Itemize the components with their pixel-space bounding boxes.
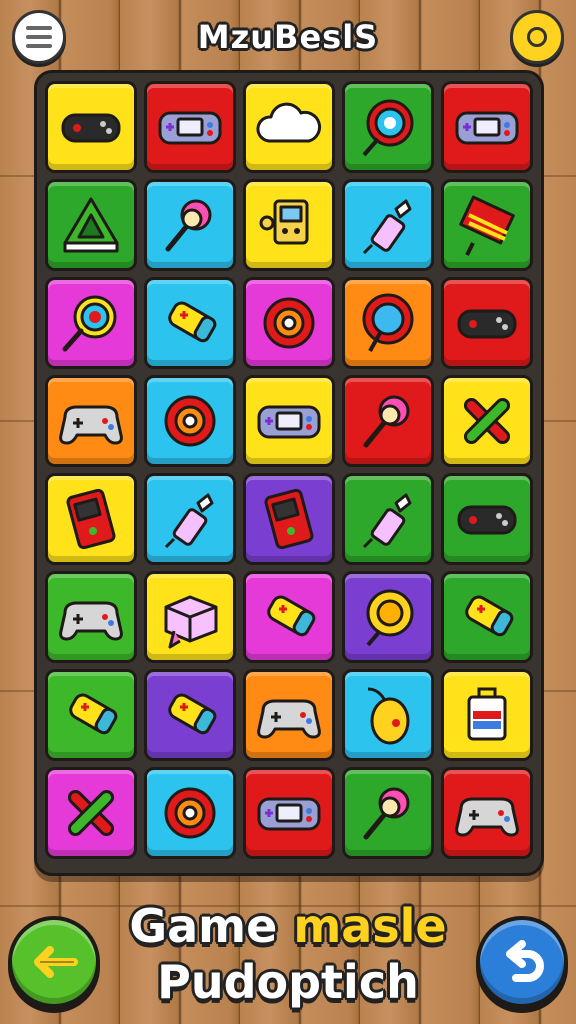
gamepad-icon — [59, 405, 123, 445]
handheld-device-icon — [66, 488, 116, 550]
gear-flower-icon — [164, 787, 216, 839]
game-board — [34, 70, 544, 876]
tile-grid — [45, 81, 533, 859]
board-tile[interactable] — [144, 571, 236, 663]
glue-bottle-icon — [362, 199, 412, 255]
board-tile[interactable] — [45, 375, 137, 467]
board-tile[interactable] — [144, 669, 236, 761]
controller-icon — [457, 505, 517, 535]
board-tile[interactable] — [342, 473, 434, 565]
board-tile[interactable] — [144, 277, 236, 369]
glue-bottle-icon — [164, 493, 214, 549]
board-tile[interactable] — [144, 81, 236, 173]
footer-subtitle: Pudoptich — [157, 955, 419, 1009]
handheld-console-icon — [257, 405, 321, 439]
footer-title-word1: Game — [129, 899, 278, 953]
gear-flower-icon — [263, 297, 315, 349]
board-tile[interactable] — [243, 179, 335, 271]
handheld-console-icon — [257, 797, 321, 831]
undo-button[interactable] — [476, 916, 568, 1008]
striped-bar-icon — [459, 195, 515, 256]
gamepad-icon — [59, 601, 123, 641]
hamburger-menu-icon — [26, 26, 52, 30]
cloud-icon — [256, 102, 322, 143]
board-tile[interactable] — [144, 375, 236, 467]
crossed-sticks-icon — [463, 397, 511, 445]
board-tile[interactable] — [45, 81, 137, 173]
coin-button[interactable] — [510, 10, 564, 64]
undo-arrow-icon — [506, 940, 544, 982]
board-tile[interactable] — [441, 277, 533, 369]
robot-icon — [259, 199, 309, 245]
board-tile[interactable] — [342, 767, 434, 859]
board-tile[interactable] — [441, 473, 533, 565]
board-tile[interactable] — [441, 767, 533, 859]
mouse-icon — [367, 687, 410, 745]
board-tile[interactable] — [45, 473, 137, 565]
pompom-wand-icon — [363, 395, 410, 448]
board-tile[interactable] — [342, 81, 434, 173]
board-tile[interactable] — [45, 571, 137, 663]
board-tile[interactable] — [441, 571, 533, 663]
board-tile[interactable] — [144, 767, 236, 859]
battery-icon — [168, 301, 217, 343]
handheld-console-icon — [455, 111, 519, 145]
board-tile[interactable] — [144, 473, 236, 565]
battery-icon — [168, 693, 217, 735]
board-tile[interactable] — [441, 179, 533, 271]
menu-button[interactable] — [12, 10, 66, 64]
sunflower-icon — [366, 589, 414, 647]
board-tile[interactable] — [45, 179, 137, 271]
balloon-flower-icon — [362, 293, 414, 352]
back-button[interactable] — [8, 916, 100, 1008]
board-tile[interactable] — [342, 375, 434, 467]
board-tile[interactable] — [342, 179, 434, 271]
pompom-wand-icon — [165, 199, 212, 252]
game-title: MzuBeslS — [197, 18, 379, 56]
lollipop-flower-icon — [362, 99, 414, 157]
board-tile[interactable] — [342, 571, 434, 663]
board-tile[interactable] — [45, 767, 137, 859]
controller-icon — [61, 113, 121, 143]
board-tile[interactable] — [243, 81, 335, 173]
pompom-wand-icon — [363, 787, 410, 840]
coin-icon — [527, 27, 547, 47]
gamepad-icon — [257, 699, 321, 739]
board-tile[interactable] — [243, 375, 335, 467]
glue-bottle-icon — [362, 493, 412, 549]
crossed-sticks-icon — [67, 789, 115, 837]
board-tile[interactable] — [144, 179, 236, 271]
board-tile[interactable] — [243, 473, 335, 565]
board-tile[interactable] — [441, 81, 533, 173]
handheld-device-icon — [264, 488, 314, 550]
battery-icon — [69, 693, 118, 735]
gamepad-icon — [455, 797, 519, 837]
footer-title: Game masle — [120, 896, 456, 956]
footer-title-word2: masle — [293, 899, 447, 953]
controller-icon — [457, 309, 517, 339]
board-tile[interactable] — [441, 375, 533, 467]
battery-icon — [465, 595, 514, 637]
board-tile[interactable] — [243, 669, 335, 761]
board-tile[interactable] — [342, 669, 434, 761]
lollipop-swirl-icon — [62, 295, 117, 352]
battery-icon — [267, 595, 316, 637]
box-icon — [164, 595, 218, 649]
board-tile[interactable] — [342, 277, 434, 369]
board-tile[interactable] — [45, 669, 137, 761]
board-tile[interactable] — [243, 277, 335, 369]
handheld-console-icon — [158, 111, 222, 145]
lunchbox-icon — [467, 687, 507, 741]
back-arrow-icon — [34, 946, 78, 978]
board-tile[interactable] — [441, 669, 533, 761]
gear-flower-icon — [164, 395, 216, 447]
board-tile[interactable] — [45, 277, 137, 369]
triangle-icon — [63, 197, 119, 253]
board-tile[interactable] — [243, 767, 335, 859]
board-tile[interactable] — [243, 571, 335, 663]
